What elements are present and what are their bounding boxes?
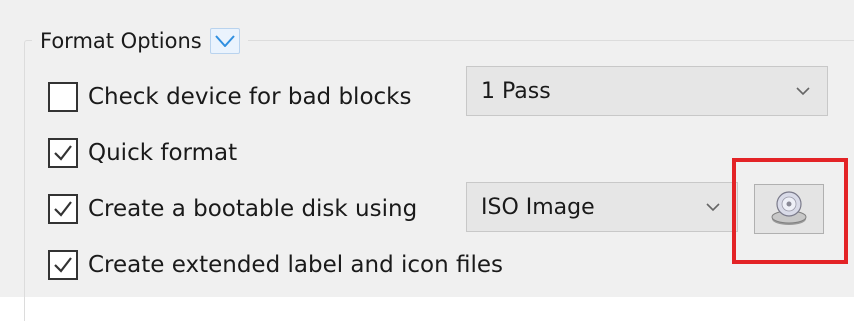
check-bad-blocks-row[interactable]: Check device for bad blocks bbox=[48, 82, 411, 112]
disc-drive-icon bbox=[771, 191, 807, 225]
format-options-panel: Format Options Check device for bad bloc… bbox=[0, 0, 854, 321]
chevron-down-icon bbox=[796, 87, 810, 96]
select-image-button[interactable] bbox=[754, 184, 824, 234]
checkmark-icon bbox=[54, 201, 72, 217]
bootable-label: Create a bootable disk using bbox=[88, 196, 418, 222]
format-options-toggle[interactable] bbox=[209, 28, 240, 54]
extended-label-row[interactable]: Create extended label and icon files bbox=[48, 250, 503, 280]
check-bad-blocks-checkbox[interactable] bbox=[48, 82, 78, 112]
checkmark-icon bbox=[54, 145, 72, 161]
format-options-header: Format Options bbox=[32, 24, 248, 58]
chevron-down-icon bbox=[214, 35, 235, 47]
boot-type-select[interactable]: ISO Image bbox=[466, 182, 738, 232]
passes-select-value: 1 Pass bbox=[481, 78, 551, 104]
bootable-row[interactable]: Create a bootable disk using bbox=[48, 194, 417, 224]
boot-type-select-value: ISO Image bbox=[481, 194, 595, 220]
quick-format-checkbox[interactable] bbox=[48, 138, 78, 168]
check-bad-blocks-label: Check device for bad blocks bbox=[88, 84, 412, 110]
extended-label-label: Create extended label and icon files bbox=[88, 252, 504, 278]
passes-select[interactable]: 1 Pass bbox=[466, 66, 828, 116]
extended-label-checkbox[interactable] bbox=[48, 250, 78, 280]
checkmark-icon bbox=[54, 257, 72, 273]
format-options-title: Format Options bbox=[40, 29, 202, 53]
quick-format-label: Quick format bbox=[88, 140, 238, 166]
quick-format-row[interactable]: Quick format bbox=[48, 138, 237, 168]
chevron-down-icon bbox=[706, 203, 720, 212]
bootable-checkbox[interactable] bbox=[48, 194, 78, 224]
